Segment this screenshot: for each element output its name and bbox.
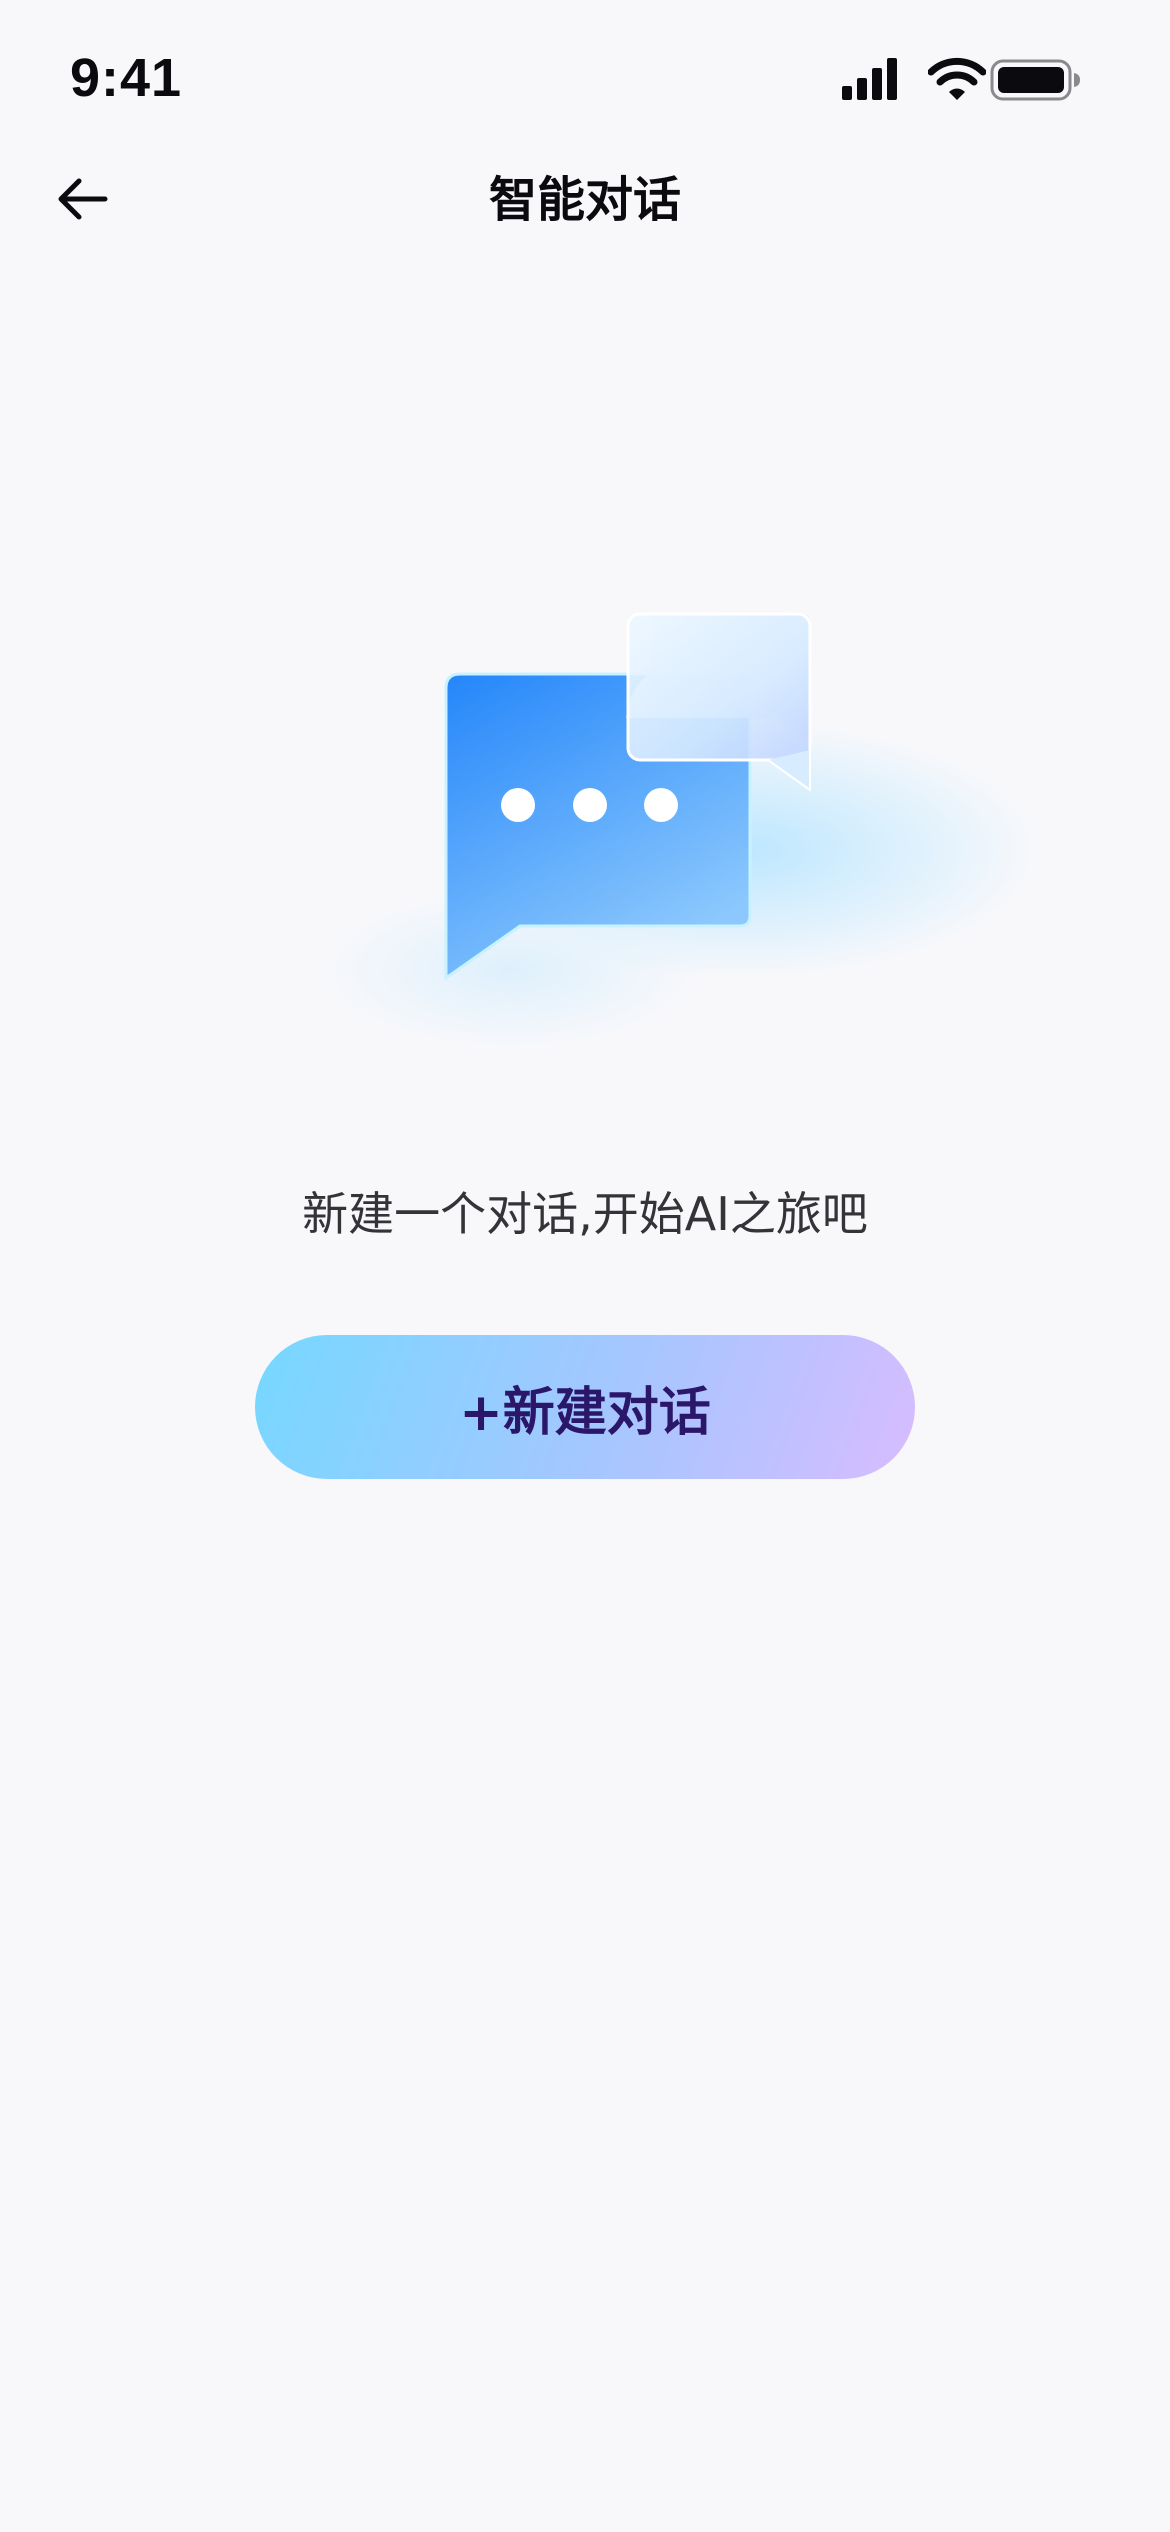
empty-state-message: 新建一个对话,开始AI之旅吧	[302, 1187, 868, 1241]
chat-bubbles-illustration	[320, 590, 1040, 1090]
status-bar: 9:41	[0, 0, 1170, 150]
cellular-signal-icon	[840, 56, 902, 104]
battery-icon	[990, 56, 1082, 104]
page-title: 智能对话	[488, 172, 681, 228]
new-chat-button[interactable]: +新建对话	[255, 1335, 915, 1479]
status-time: 9:41	[70, 48, 183, 108]
status-icons	[840, 56, 1130, 104]
wifi-icon	[927, 56, 987, 104]
nav-bar: 智能对话	[0, 150, 1170, 250]
